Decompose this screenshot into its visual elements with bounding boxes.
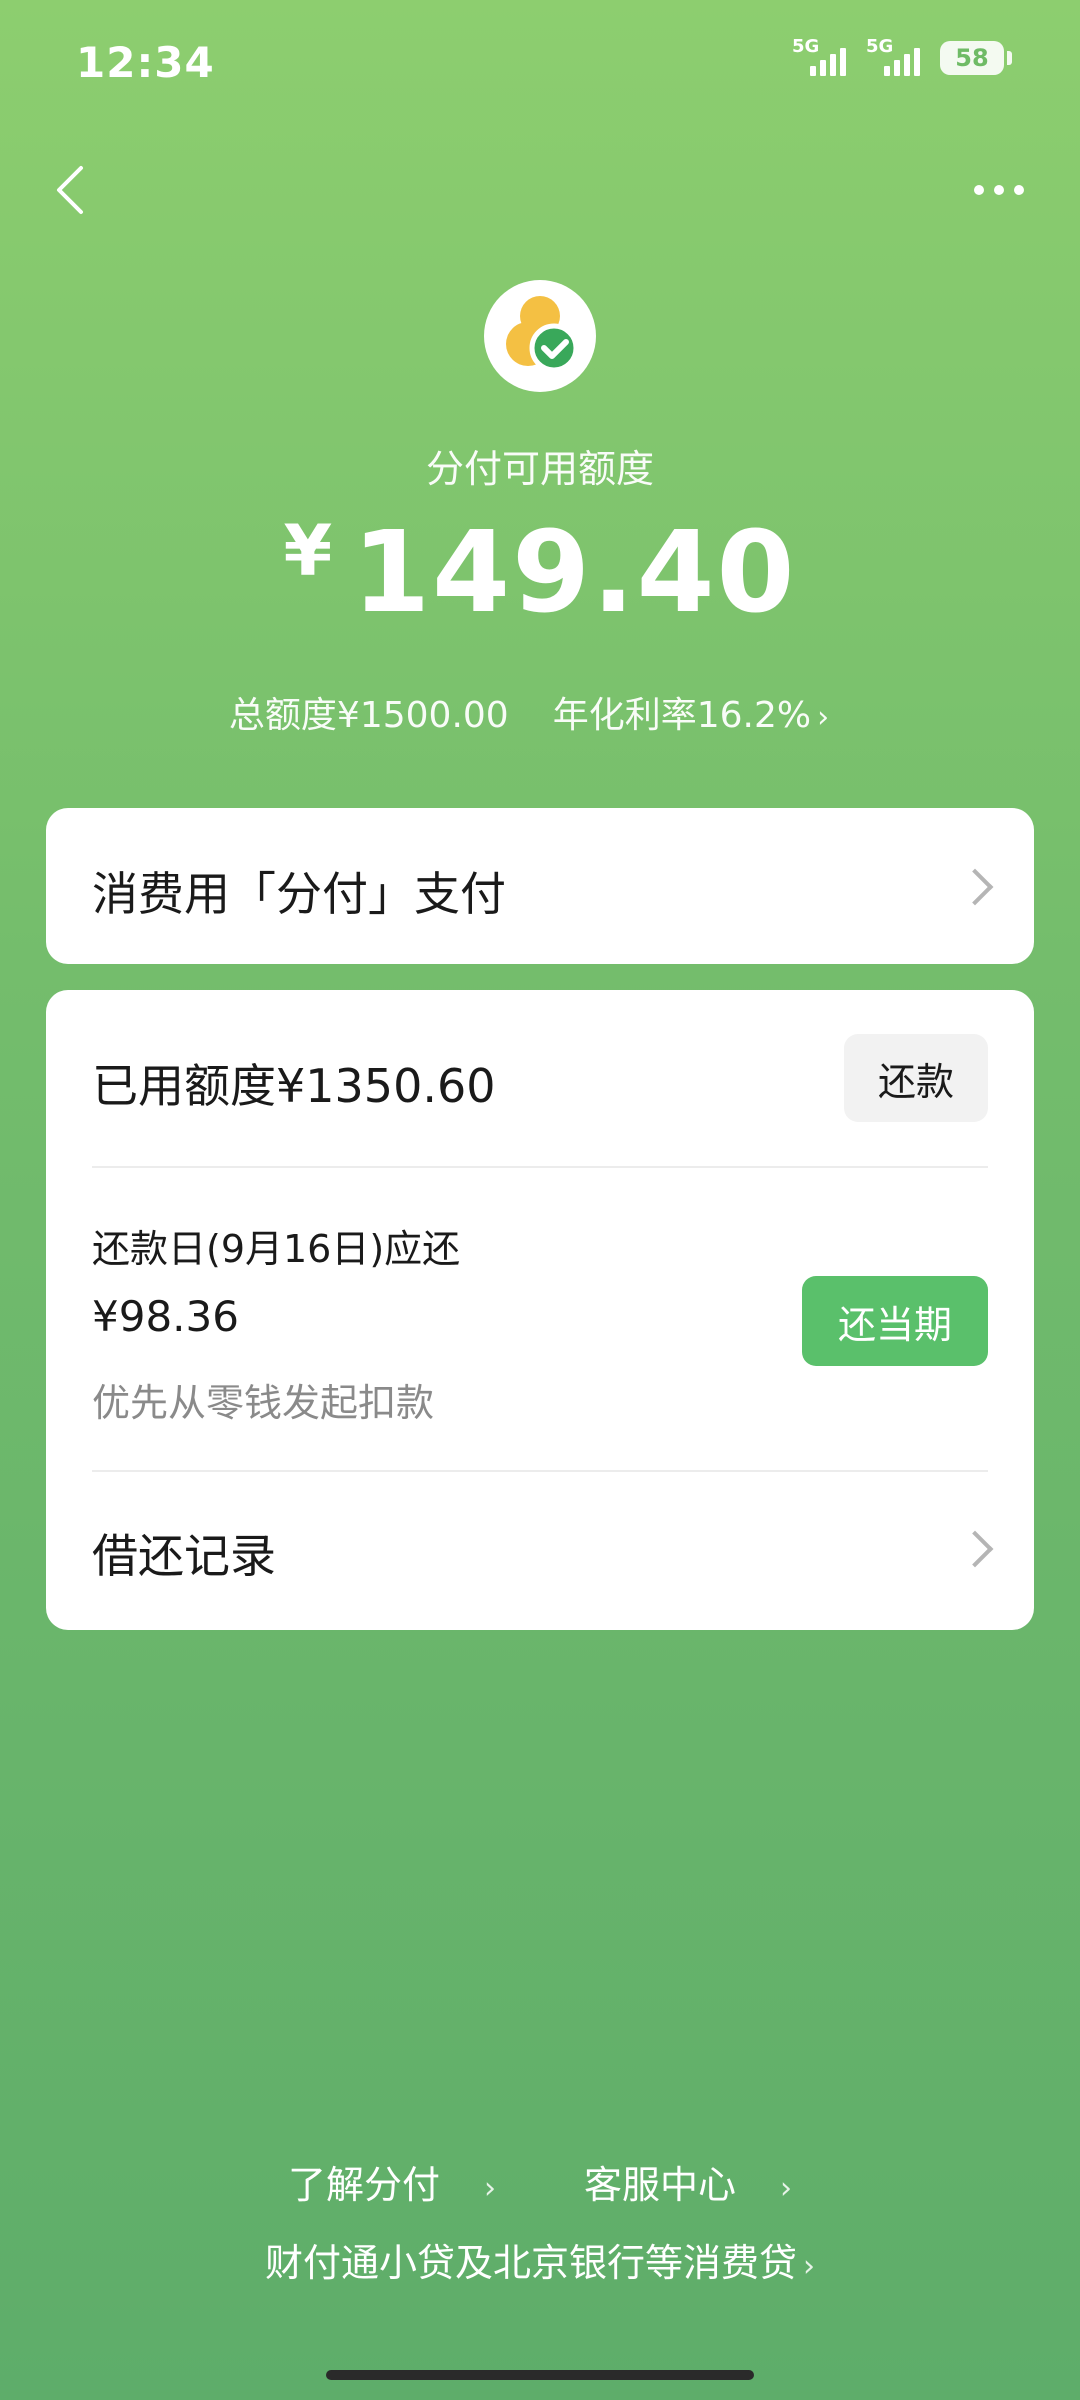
repayment-card: 已用额度¥1350.60 还款 还款日(9月16日)应还 ¥98.36 优先从零… xyxy=(46,990,1034,1630)
back-button[interactable] xyxy=(40,160,100,220)
more-button[interactable] xyxy=(964,160,1034,220)
chevron-right-icon: › xyxy=(817,700,830,735)
learn-fenfu-link[interactable]: 了解分付 › xyxy=(266,2163,518,2207)
pay-with-fenfu-card[interactable]: 消费用「分付」支付 xyxy=(46,808,1034,964)
chevron-right-icon: › xyxy=(484,2171,496,2206)
due-date-label: 还款日(9月16日)应还 xyxy=(92,1227,461,1271)
currency-symbol: ¥ xyxy=(283,510,335,592)
total-limit: 总额度¥1500.00 xyxy=(228,695,509,736)
status-icons: 5G 5G 58 xyxy=(792,36,1012,80)
divider xyxy=(92,1470,988,1472)
fenfu-logo-icon xyxy=(484,280,596,392)
due-amount: ¥98.36 xyxy=(92,1292,239,1341)
home-indicator[interactable] xyxy=(326,2370,754,2380)
status-time: 12:34 xyxy=(76,38,215,87)
status-bar: 12:34 5G 5G 58 xyxy=(0,0,1080,125)
annual-rate-link[interactable]: 年化利率16.2% › xyxy=(553,695,851,736)
customer-service-link[interactable]: 客服中心 › xyxy=(562,2163,814,2207)
lender-info-link[interactable]: 财付通小贷及北京银行等消费贷 › xyxy=(0,2232,1080,2287)
chevron-right-icon: › xyxy=(803,2249,815,2284)
chevron-right-icon: › xyxy=(780,2171,793,2206)
pay-with-fenfu-label: 消费用「分付」支付 xyxy=(92,867,506,921)
deduction-note: 优先从零钱发起扣款 xyxy=(92,1381,435,1425)
repay-button[interactable]: 还款 xyxy=(844,1034,988,1122)
divider xyxy=(92,1166,988,1168)
used-limit-label: 已用额度¥1350.60 xyxy=(92,1059,496,1113)
chevron-right-icon xyxy=(956,868,994,906)
chevron-left-icon xyxy=(57,166,83,214)
chevron-right-icon xyxy=(956,1530,994,1568)
repay-current-period-button[interactable]: 还当期 xyxy=(802,1276,988,1366)
footer-links: 了解分付 › 客服中心 › xyxy=(0,2154,1080,2209)
signal-icon: 5G xyxy=(792,36,854,80)
battery-icon: 58 xyxy=(940,41,1012,75)
available-amount-value: 149.40 xyxy=(352,508,797,638)
limit-meta-row: 总额度¥1500.00 年化利率16.2% › xyxy=(0,686,1080,738)
signal-icon: 5G xyxy=(866,36,928,80)
available-limit-amount: ¥149.40 xyxy=(0,508,1080,638)
available-limit-label: 分付可用额度 xyxy=(425,447,654,491)
more-dots-icon xyxy=(974,185,984,195)
loan-records-label: 借还记录 xyxy=(92,1529,276,1583)
